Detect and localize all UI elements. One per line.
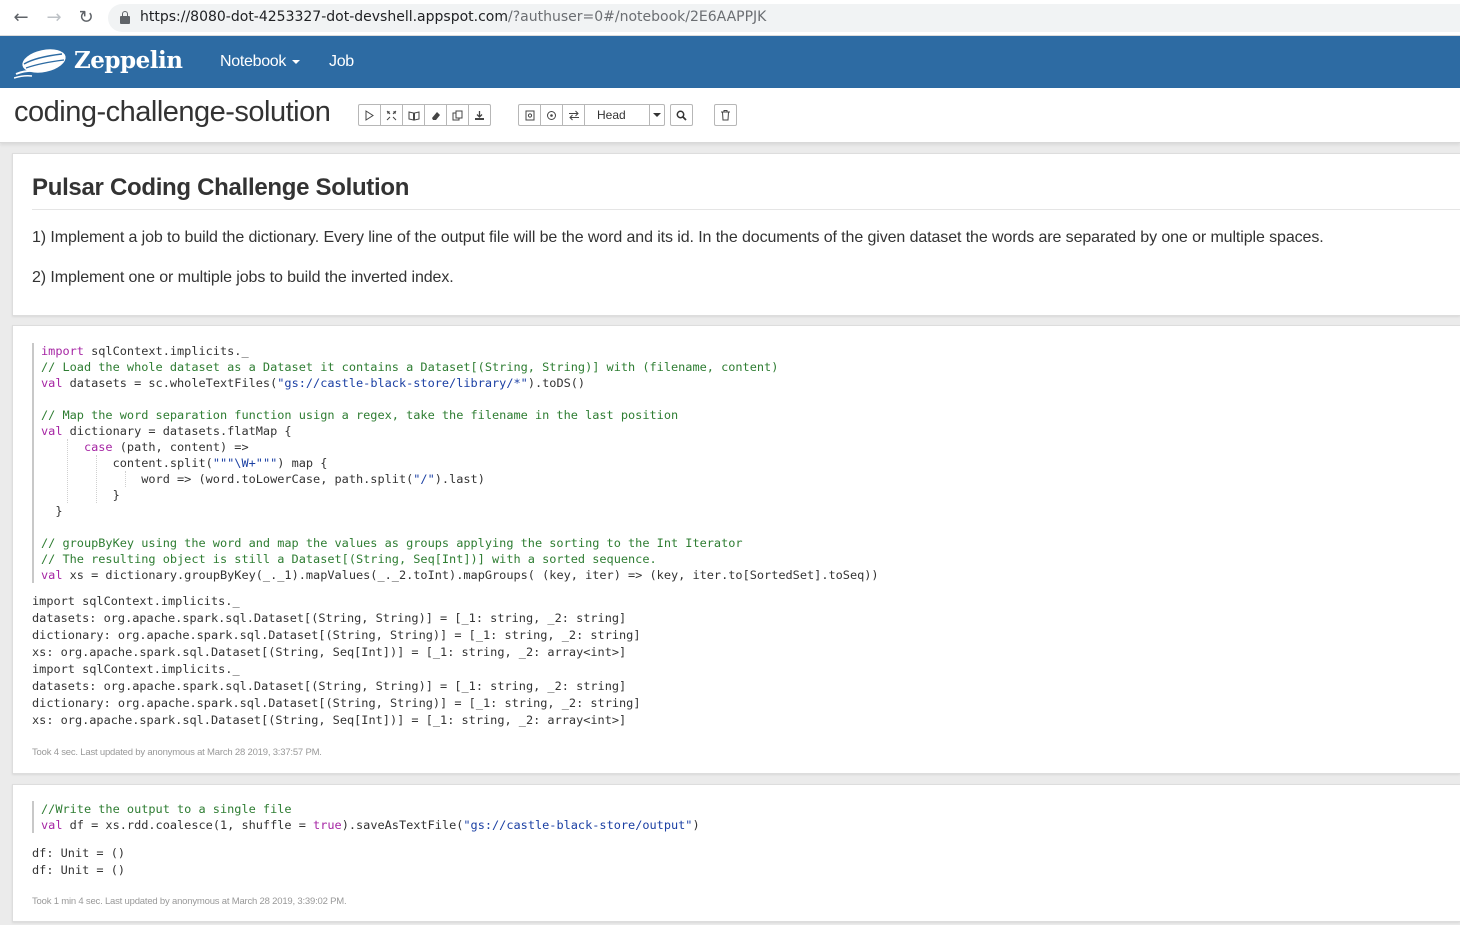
paragraph-output: df: Unit = () df: Unit = () (32, 845, 125, 879)
search-icon[interactable] (670, 104, 693, 126)
code-paragraph-build-index[interactable]: import sqlContext.implicits._ // Load the… (12, 325, 1460, 774)
zeppelin-navbar: Zeppelin Notebook Job (0, 36, 1460, 88)
requirement-2: 2) Implement one or multiple jobs to bui… (32, 269, 454, 286)
output-line: dictionary: org.apache.spark.sql.Dataset… (32, 628, 641, 642)
code-line: ​ (41, 519, 879, 535)
trash-group (714, 104, 737, 126)
revision-icon[interactable] (540, 104, 563, 126)
indent-guide (96, 455, 97, 503)
lock-icon (120, 11, 130, 24)
nav-notebook-label: Notebook (220, 53, 287, 70)
code-line: } (41, 504, 63, 518)
code-editor[interactable]: import sqlContext.implicits._ // Load the… (32, 343, 879, 583)
forward-arrow-icon[interactable]: → (42, 6, 66, 30)
back-arrow-icon[interactable]: ← (9, 6, 33, 30)
url-text[interactable]: https://8080-dot-4253327-dot-devshell.ap… (140, 9, 766, 25)
export-icon[interactable] (468, 104, 491, 126)
code-line: word => (word.toLowerCase, path.split("/… (41, 472, 485, 486)
brand-name[interactable]: Zeppelin (74, 47, 183, 74)
browser-toolbar: ← → ↻ https://8080-dot-4253327-dot-devsh… (0, 0, 1460, 36)
code-line: ​ (41, 391, 879, 407)
paragraph-output: import sqlContext.implicits._ datasets: o… (32, 593, 641, 729)
paragraph-heading: Pulsar Coding Challenge Solution (32, 174, 410, 201)
notebook-actions-group (358, 104, 491, 126)
reload-icon[interactable]: ↻ (74, 6, 98, 30)
zeppelin-logo-icon[interactable] (13, 44, 70, 80)
clone-icon[interactable] (446, 104, 469, 126)
address-bar[interactable]: https://8080-dot-4253327-dot-devshell.ap… (108, 4, 1460, 32)
version-control-group: Head (518, 104, 665, 126)
output-line: datasets: org.apache.spark.sql.Dataset[(… (32, 611, 627, 625)
output-line: df: Unit = () (32, 846, 126, 860)
code-line: case (path, content) => (83, 440, 249, 454)
url-path: /?authuser=0#/notebook/2E6AAPPJK (508, 9, 767, 25)
code-line: content.split("""\W+""") map { (41, 456, 328, 470)
revision-select-value: Head (597, 108, 626, 122)
compare-icon[interactable] (562, 104, 585, 126)
notebook-header: coding-challenge-solution Head (0, 88, 1460, 143)
revision-dropdown-button[interactable] (649, 104, 665, 126)
clear-output-icon[interactable] (424, 104, 447, 126)
output-line: xs: org.apache.spark.sql.Dataset[(String… (32, 645, 627, 659)
output-line: xs: org.apache.spark.sql.Dataset[(String… (32, 713, 627, 727)
run-all-icon[interactable] (358, 104, 381, 126)
code-line: } (41, 488, 120, 502)
code-line: import sqlContext.implicits._ (41, 344, 249, 358)
commit-icon[interactable] (518, 104, 541, 126)
code-editor[interactable]: //Write the output to a single file val d… (32, 801, 700, 833)
code-line: // groupByKey using the word and map the… (41, 536, 743, 550)
output-line: import sqlContext.implicits._ (32, 594, 240, 608)
code-line: // Map the word separation function usig… (41, 408, 679, 422)
code-line: val dictionary = datasets.flatMap { (41, 424, 292, 438)
chevron-down-icon (292, 59, 301, 64)
divider (32, 209, 1460, 210)
notebook-title[interactable]: coding-challenge-solution (14, 96, 331, 129)
code-paragraph-write-output[interactable]: //Write the output to a single file val d… (12, 784, 1460, 922)
search-group (670, 104, 693, 126)
paragraph-status: Took 4 sec. Last updated by anonymous at… (32, 747, 322, 758)
url-host: https://8080-dot-4253327-dot-devshell.ap… (140, 9, 508, 25)
show-hide-output-icon[interactable] (402, 104, 425, 126)
output-line: datasets: org.apache.spark.sql.Dataset[(… (32, 679, 627, 693)
requirement-1: 1) Implement a job to build the dictiona… (32, 229, 1324, 246)
show-hide-code-icon[interactable] (380, 104, 403, 126)
code-line: // Load the whole dataset as a Dataset i… (41, 360, 779, 374)
trash-icon[interactable] (714, 104, 737, 126)
output-line: dictionary: org.apache.spark.sql.Dataset… (32, 696, 641, 710)
code-line: val xs = dictionary.groupByKey(_._1).map… (41, 568, 879, 582)
indent-guide (125, 471, 126, 487)
nav-notebook-menu[interactable]: Notebook (220, 53, 301, 71)
revision-select[interactable]: Head (584, 104, 650, 126)
paragraph-status: Took 1 min 4 sec. Last updated by anonym… (32, 896, 347, 907)
markdown-paragraph[interactable]: Pulsar Coding Challenge Solution 1) Impl… (12, 153, 1460, 316)
nav-job-label: Job (329, 53, 354, 70)
output-line: df: Unit = () (32, 863, 126, 877)
output-line: import sqlContext.implicits._ (32, 662, 240, 676)
indent-guide (67, 439, 68, 503)
nav-job-link[interactable]: Job (329, 53, 354, 71)
caret-down-icon (653, 113, 661, 117)
code-line: //Write the output to a single file (41, 802, 292, 816)
code-line: val df = xs.rdd.coalesce(1, shuffle = tr… (41, 818, 700, 832)
code-line: val datasets = sc.wholeTextFiles("gs://c… (41, 376, 586, 390)
code-line: // The resulting object is still a Datas… (41, 552, 657, 566)
